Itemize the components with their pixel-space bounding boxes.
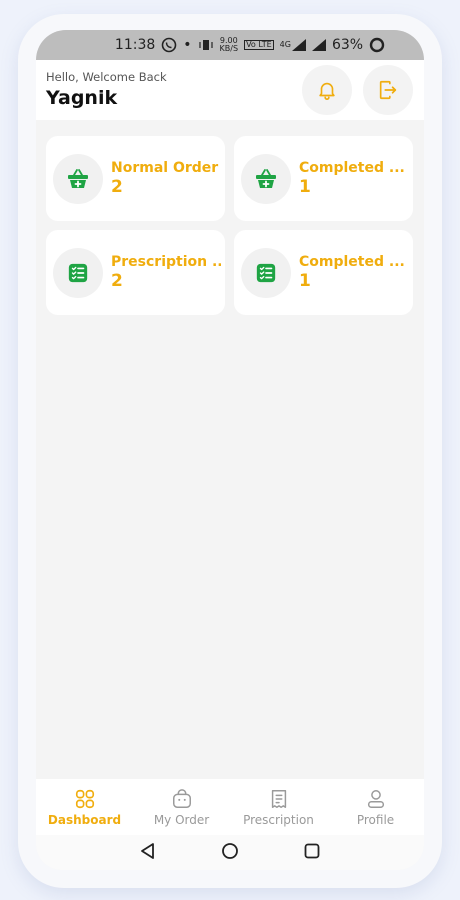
system-navigation-bar: [36, 835, 424, 870]
card-title: Normal Order: [111, 160, 219, 176]
home-icon[interactable]: [221, 842, 239, 864]
checklist-icon: [241, 248, 291, 298]
battery-percent: 63%: [331, 37, 364, 53]
bottom-navigation: Dashboard My Order Prescription Profile: [36, 779, 424, 835]
net-speed: 9.00 KB/S: [219, 36, 239, 53]
signal-icon: [311, 39, 326, 51]
card-title: Completed ...: [299, 254, 405, 270]
status-dot: •: [183, 37, 192, 53]
whatsapp-icon: [161, 37, 177, 53]
logout-icon: [379, 80, 397, 100]
status-time: 11:38: [114, 37, 156, 53]
card-title: Completed ...: [299, 160, 405, 176]
back-icon[interactable]: [139, 842, 157, 864]
person-icon: [367, 790, 384, 808]
nav-label: Dashboard: [47, 813, 122, 827]
basket-plus-icon: [53, 154, 103, 204]
card-count: 2: [111, 271, 123, 291]
nav-label: Profile: [356, 813, 395, 827]
user-name: Yagnik: [46, 87, 118, 109]
nav-my-order[interactable]: My Order: [133, 779, 230, 835]
nav-prescription[interactable]: Prescription: [230, 779, 327, 835]
greeting-text: Hello, Welcome Back: [46, 70, 167, 84]
notification-button[interactable]: [302, 65, 352, 115]
normal-order-card[interactable]: Normal Order 2: [46, 136, 225, 221]
basket-plus-icon: [241, 154, 291, 204]
completed-order-card[interactable]: Completed ... 1: [234, 136, 413, 221]
recents-icon[interactable]: [303, 842, 321, 864]
card-count: 1: [299, 271, 311, 291]
logout-button[interactable]: [363, 65, 413, 115]
order-summary-grid: Normal Order 2 Completed ... 1 Prescript…: [46, 136, 414, 315]
vibrate-icon: [198, 39, 214, 51]
signal-4g-icon: 4G: [280, 39, 306, 51]
app-header: Hello, Welcome Back Yagnik: [36, 60, 424, 120]
status-bar: 11:38 • 9.00 KB/S Vo LTE 4G 63%: [36, 30, 424, 60]
checklist-icon: [53, 248, 103, 298]
grid-icon: [75, 789, 94, 809]
battery-ring-icon: [369, 37, 385, 53]
card-count: 2: [111, 177, 123, 197]
nav-profile[interactable]: Profile: [327, 779, 424, 835]
receipt-icon: [271, 790, 286, 808]
completed-prescription-card[interactable]: Completed ... 1: [234, 230, 413, 315]
nav-dashboard[interactable]: Dashboard: [36, 779, 133, 835]
nav-label: My Order: [153, 813, 210, 827]
volte-badge: Vo LTE: [244, 40, 274, 50]
prescription-order-card[interactable]: Prescription ... 2: [46, 230, 225, 315]
nav-label: Prescription: [243, 813, 314, 827]
bag-icon: [172, 789, 191, 808]
app-screen: 11:38 • 9.00 KB/S Vo LTE 4G 63% Hello, W…: [36, 30, 424, 870]
bell-icon: [319, 82, 335, 100]
card-title: Prescription ...: [111, 254, 221, 270]
card-count: 1: [299, 177, 311, 197]
